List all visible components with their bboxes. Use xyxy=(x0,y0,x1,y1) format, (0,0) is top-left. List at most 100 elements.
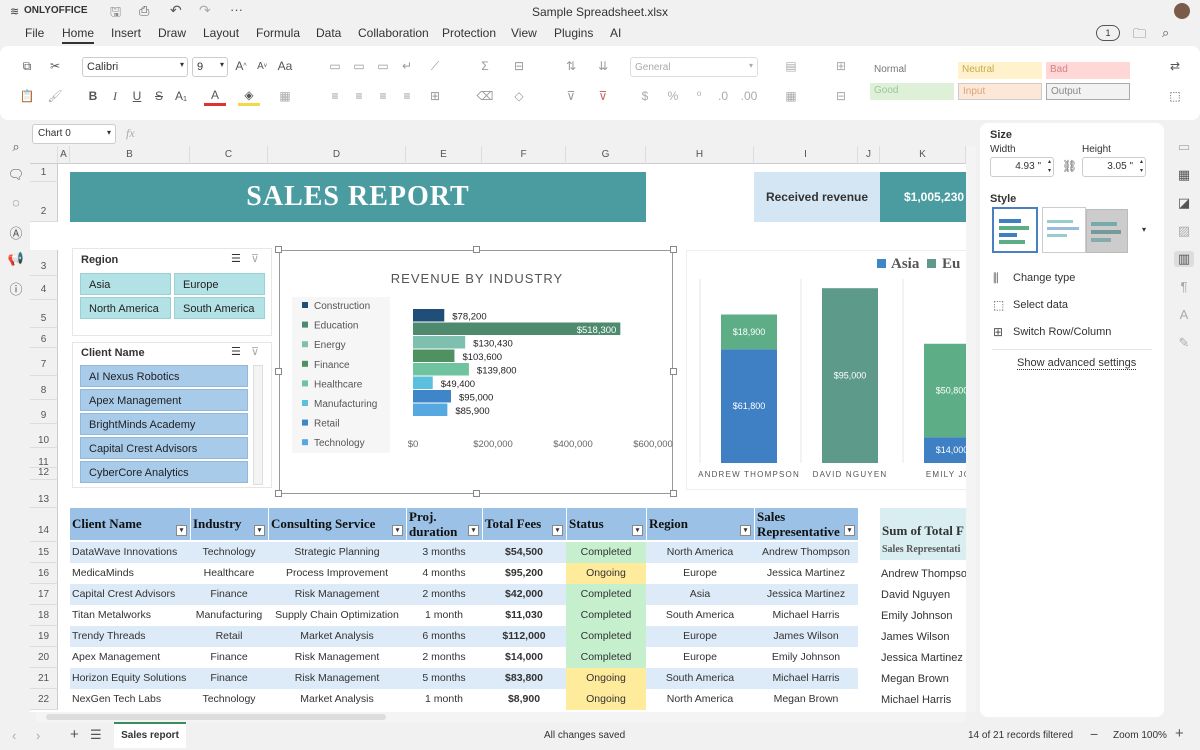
row-header[interactable]: 11 xyxy=(30,448,58,468)
align-top-icon[interactable]: ▭ xyxy=(324,56,346,76)
table-cell[interactable]: South America xyxy=(646,668,754,689)
table-row[interactable]: DataWave Innovations Technology Strategic … xyxy=(70,542,858,563)
decimal-dec-icon[interactable]: .00 xyxy=(738,86,760,106)
conditional-format-icon[interactable]: ▤ xyxy=(780,56,802,76)
col-header[interactable]: H xyxy=(646,146,754,164)
sheet-tab[interactable]: Sales report xyxy=(114,722,186,748)
pivot-row-label[interactable]: Andrew Thompso xyxy=(880,564,966,585)
resize-handle[interactable] xyxy=(670,368,677,375)
named-ranges-icon[interactable]: ⊟ xyxy=(508,56,530,76)
col-header[interactable]: D xyxy=(268,146,406,164)
table-cell[interactable]: 6 months xyxy=(406,626,482,647)
multi-select-icon[interactable]: ☰ xyxy=(231,345,241,358)
table-row[interactable]: NexGen Tech Labs Technology Market Analysi… xyxy=(70,689,858,710)
pivot-row-label[interactable]: Jessica Martinez xyxy=(880,648,963,669)
table-cell[interactable]: Emily Johnson xyxy=(754,647,858,668)
replace-icon[interactable]: ⇄ xyxy=(1164,56,1186,76)
decimal-inc-icon[interactable]: .0 xyxy=(712,86,734,106)
table-cell[interactable]: South America xyxy=(646,605,754,626)
format-table-icon[interactable]: ▦ xyxy=(780,86,802,106)
menu-formula[interactable]: Formula xyxy=(256,26,300,40)
table-cell[interactable]: Finance xyxy=(190,668,268,689)
pivot-row-label[interactable]: Michael Harris xyxy=(880,690,951,711)
table-header[interactable]: Sales Representative ▾ xyxy=(754,508,858,540)
table-cell[interactable]: Healthcare xyxy=(190,563,268,584)
height-input[interactable]: 3.05 " ▴ ▾ xyxy=(1082,157,1146,177)
style-bad[interactable]: Bad xyxy=(1046,62,1130,79)
table-cell[interactable]: 4 months xyxy=(406,563,482,584)
select-all-corner[interactable] xyxy=(30,146,58,164)
zoom-level[interactable]: Zoom 100% xyxy=(1113,730,1167,741)
insert-cells-icon[interactable]: ⊞ xyxy=(830,56,852,76)
row-header[interactable]: 8 xyxy=(30,376,58,400)
table-cell[interactable]: Andrew Thompson xyxy=(754,542,858,563)
vertical-scrollbar[interactable] xyxy=(966,146,976,712)
paragraph-settings-icon[interactable]: ¶ xyxy=(1174,279,1194,294)
sort-desc-icon[interactable]: ⇊ xyxy=(592,56,614,76)
table-cell[interactable]: $14,000 xyxy=(482,647,566,668)
zoom-out-icon[interactable]: − xyxy=(1090,726,1098,742)
filter-dropdown-icon[interactable]: ▾ xyxy=(740,525,751,536)
table-cell[interactable]: Jessica Martinez xyxy=(754,563,858,584)
col-header[interactable]: G xyxy=(566,146,646,164)
table-cell[interactable]: $112,000 xyxy=(482,626,566,647)
resize-handle[interactable] xyxy=(473,246,480,253)
revenue-by-industry-chart[interactable]: REVENUE BY INDUSTRY Construction Education… xyxy=(279,250,673,494)
table-cell[interactable]: 1 month xyxy=(406,689,482,710)
comments-icon[interactable]: 🗨 xyxy=(6,167,26,183)
table-cell[interactable]: Risk Management xyxy=(268,647,406,668)
advanced-settings-link[interactable]: Show advanced settings xyxy=(1017,357,1137,370)
menu-view[interactable]: View xyxy=(511,26,537,40)
eraser-icon[interactable]: ◇ xyxy=(508,86,530,106)
table-row[interactable]: Trendy Threads Retail Market Analysis 6 mon… xyxy=(70,626,858,647)
row-header[interactable]: 19 xyxy=(30,626,58,647)
col-header[interactable]: E xyxy=(406,146,482,164)
resize-handle[interactable] xyxy=(670,490,677,497)
table-cell[interactable]: Technology xyxy=(190,689,268,710)
clear-filter-icon[interactable]: ⊽ xyxy=(251,252,259,265)
row-header[interactable]: 13 xyxy=(30,480,58,508)
resize-handle[interactable] xyxy=(275,368,282,375)
chart-settings-icon[interactable]: ▥ xyxy=(1174,251,1194,267)
table-cell[interactable]: $42,000 xyxy=(482,584,566,605)
table-header[interactable]: Total Fees ▾ xyxy=(482,508,566,540)
table-cell[interactable]: North America xyxy=(646,542,754,563)
col-header[interactable]: F xyxy=(482,146,566,164)
accounting-icon[interactable]: $ xyxy=(634,86,656,106)
info-icon[interactable]: ⓘ xyxy=(6,279,26,298)
row-header[interactable]: 16 xyxy=(30,563,58,584)
table-cell[interactable]: 2 months xyxy=(406,584,482,605)
table-settings-icon[interactable]: ▦ xyxy=(1174,167,1194,183)
feedback-icon[interactable]: 📢 xyxy=(6,251,26,267)
table-cell[interactable]: Horizon Equity Solutions xyxy=(70,668,190,689)
switch-row-column-icon[interactable]: ⊞ xyxy=(993,325,1003,339)
style-input[interactable]: Input xyxy=(958,83,1042,100)
multi-select-icon[interactable]: ☰ xyxy=(231,252,241,265)
table-header[interactable]: Client Name ▾ xyxy=(70,508,190,540)
resize-handle[interactable] xyxy=(473,490,480,497)
name-box[interactable]: Chart 0 ▾ xyxy=(32,124,116,144)
bold-icon[interactable]: B xyxy=(82,86,104,106)
co-editors-badge[interactable]: 1 xyxy=(1096,25,1120,41)
pivot-row-label[interactable]: Megan Brown xyxy=(880,669,949,690)
table-row[interactable]: Titan Metalworks Manufacturing Supply Chai… xyxy=(70,605,858,626)
table-cell[interactable]: Michael Harris xyxy=(754,668,858,689)
row-header[interactable]: 17 xyxy=(30,584,58,605)
italic-icon[interactable]: I xyxy=(104,86,126,106)
slicer-item-client[interactable]: AI Nexus Robotics xyxy=(80,365,248,387)
table-cell[interactable]: North America xyxy=(646,689,754,710)
row-header[interactable]: 3 xyxy=(30,250,58,276)
font-name-select[interactable]: Calibri ▾ xyxy=(82,57,188,77)
menu-ai[interactable]: AI xyxy=(610,26,621,40)
chart-style-option[interactable] xyxy=(1086,209,1128,253)
slicer-item-europe[interactable]: Europe xyxy=(174,273,265,295)
table-cell[interactable]: Finance xyxy=(190,647,268,668)
filter-dropdown-icon[interactable]: ▾ xyxy=(468,525,479,536)
menu-protection[interactable]: Protection xyxy=(442,26,496,40)
row-header[interactable]: 7 xyxy=(30,348,58,376)
chevron-down-icon[interactable]: ▾ xyxy=(1142,225,1146,234)
align-right-icon[interactable]: ≡ xyxy=(372,86,394,106)
row-header[interactable]: 10 xyxy=(30,424,58,448)
wrap-text-icon[interactable]: ↵ xyxy=(396,56,418,76)
status-cell[interactable]: Completed xyxy=(566,584,646,605)
